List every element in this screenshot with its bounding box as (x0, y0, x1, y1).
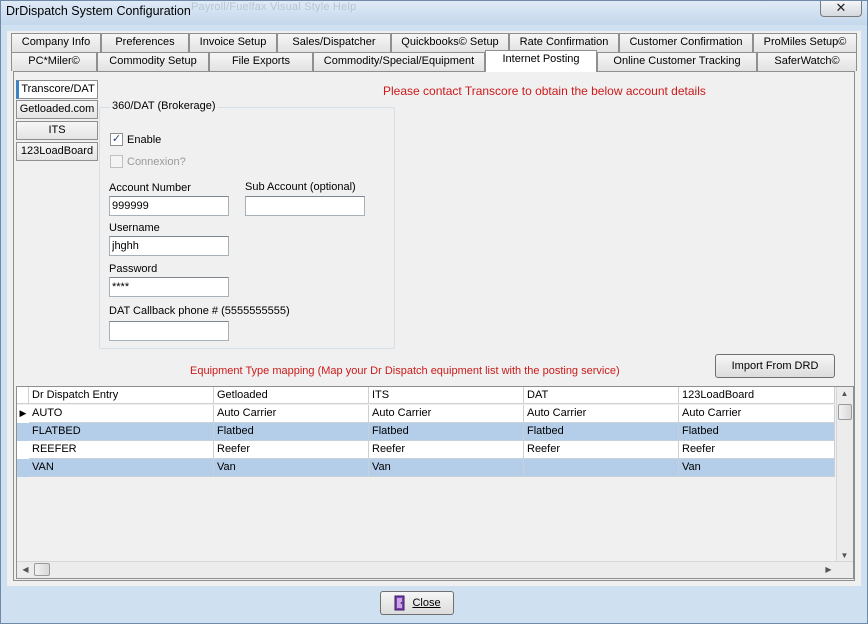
password-label: Password (109, 263, 158, 275)
cell-getloaded[interactable]: Flatbed (214, 423, 369, 441)
cell-123loadboard[interactable]: Auto Carrier (679, 405, 835, 423)
grid-vertical-scrollbar[interactable]: ▲ ▼ (836, 387, 853, 562)
cell-123loadboard[interactable]: Reefer (679, 441, 835, 459)
client-area: Company Info Preferences Invoice Setup S… (7, 31, 861, 586)
dat-brokerage-group: 360/DAT (Brokerage) ✓ Enable Connexion? … (99, 100, 395, 349)
cell-entry[interactable]: REEFER (29, 441, 214, 459)
col-header-getloaded[interactable]: Getloaded (214, 387, 369, 404)
table-row[interactable]: ▶ AUTO Auto Carrier Auto Carrier Auto Ca… (17, 405, 835, 423)
side-tab-123loadboard[interactable]: 123LoadBoard (16, 142, 98, 161)
col-header-its[interactable]: ITS (369, 387, 524, 404)
window-title: DrDispatch System Configuration (6, 4, 191, 18)
close-button[interactable]: Close (380, 591, 454, 615)
cell-its[interactable]: Van (369, 459, 524, 477)
cell-entry[interactable]: FLATBED (29, 423, 214, 441)
horizontal-scroll-thumb[interactable] (34, 563, 50, 576)
window-close-icon[interactable]: ✕ (820, 1, 862, 17)
transcore-dat-panel: Please contact Transcore to obtain the b… (99, 74, 852, 349)
table-row[interactable]: REEFER Reefer Reefer Reefer Reefer (17, 441, 835, 459)
col-header-dat[interactable]: DAT (524, 387, 679, 404)
enable-row: ✓ Enable (110, 133, 161, 146)
background-menu-text: Payroll/Fuelfax Visual Style Help (191, 1, 357, 13)
tab-row-1: Company Info Preferences Invoice Setup S… (7, 33, 861, 52)
tab-pc-miler[interactable]: PC*Miler© (11, 52, 97, 71)
username-field[interactable] (109, 236, 229, 256)
cell-its[interactable]: Flatbed (369, 423, 524, 441)
scroll-down-icon[interactable]: ▼ (837, 551, 852, 560)
tab-preferences[interactable]: Preferences (101, 33, 189, 52)
cell-getloaded[interactable]: Reefer (214, 441, 369, 459)
cell-dat[interactable] (524, 459, 679, 477)
account-number-field[interactable] (109, 196, 229, 216)
col-header-123loadboard[interactable]: 123LoadBoard (679, 387, 835, 404)
tab-invoice-setup[interactable]: Invoice Setup (189, 33, 277, 52)
enable-checkbox[interactable]: ✓ (110, 133, 123, 146)
tab-company-info[interactable]: Company Info (11, 33, 101, 52)
callback-phone-field[interactable] (109, 321, 229, 341)
side-tab-its[interactable]: ITS (16, 121, 98, 140)
tab-file-exports[interactable]: File Exports (209, 52, 313, 71)
cell-its[interactable]: Reefer (369, 441, 524, 459)
cell-123loadboard[interactable]: Flatbed (679, 423, 835, 441)
tab-promiles-setup[interactable]: ProMiles Setup© (753, 33, 857, 52)
row-header-corner (17, 387, 29, 404)
current-row-arrow-icon: ▶ (19, 408, 27, 418)
contact-message: Please contact Transcore to obtain the b… (383, 84, 706, 98)
tab-commodity-special-equipment[interactable]: Commodity/Special/Equipment (313, 52, 485, 71)
callback-phone-label: DAT Callback phone # (5555555555) (109, 305, 290, 317)
tab-online-customer-tracking[interactable]: Online Customer Tracking (597, 52, 757, 71)
tab-sales-dispatcher[interactable]: Sales/Dispatcher (277, 33, 391, 52)
cell-getloaded[interactable]: Van (214, 459, 369, 477)
side-tab-getloaded[interactable]: Getloaded.com (16, 100, 98, 119)
account-number-label: Account Number (109, 182, 191, 194)
close-button-label: Close (412, 597, 441, 609)
cell-123loadboard[interactable]: Van (679, 459, 835, 477)
equipment-mapping-message: Equipment Type mapping (Map your Dr Disp… (190, 365, 620, 377)
cell-dat[interactable]: Flatbed (524, 423, 679, 441)
connexion-row: Connexion? (110, 155, 186, 168)
scroll-up-icon[interactable]: ▲ (837, 389, 852, 398)
equipment-mapping-grid: Dr Dispatch Entry Getloaded ITS DAT 123L… (16, 386, 854, 579)
cell-dat[interactable]: Auto Carrier (524, 405, 679, 423)
cell-entry[interactable]: VAN (29, 459, 214, 477)
username-label: Username (109, 222, 160, 234)
side-tab-transcore-dat[interactable]: Transcore/DAT (16, 80, 98, 99)
tab-internet-posting[interactable]: Internet Posting (485, 50, 597, 72)
col-header-dr-dispatch-entry[interactable]: Dr Dispatch Entry (29, 387, 214, 404)
scroll-left-icon[interactable]: ◀ (18, 565, 33, 574)
password-field[interactable] (109, 277, 229, 297)
cell-entry[interactable]: AUTO (29, 405, 214, 423)
table-row[interactable]: FLATBED Flatbed Flatbed Flatbed Flatbed (17, 423, 835, 441)
tab-customer-confirmation[interactable]: Customer Confirmation (619, 33, 753, 52)
tab-saferwatch[interactable]: SaferWatch© (757, 52, 857, 71)
sub-account-label: Sub Account (optional) (245, 181, 356, 193)
cell-getloaded[interactable]: Auto Carrier (214, 405, 369, 423)
internet-posting-panel: Transcore/DAT Getloaded.com ITS 123LoadB… (13, 71, 855, 581)
table-row[interactable]: VAN Van Van Van (17, 459, 835, 477)
config-window: DrDispatch System Configuration Payroll/… (0, 0, 868, 624)
import-from-drd-button[interactable]: Import From DRD (715, 354, 835, 378)
connexion-label: Connexion? (127, 155, 186, 168)
cell-its[interactable]: Auto Carrier (369, 405, 524, 423)
cell-dat[interactable]: Reefer (524, 441, 679, 459)
grid-header: Dr Dispatch Entry Getloaded ITS DAT 123L… (17, 387, 835, 404)
sub-account-field[interactable] (245, 196, 365, 216)
scroll-right-icon[interactable]: ▶ (821, 565, 836, 574)
enable-label: Enable (127, 133, 162, 146)
tab-row-2: PC*Miler© Commodity Setup File Exports C… (7, 50, 861, 72)
title-bar[interactable]: DrDispatch System Configuration Payroll/… (1, 1, 867, 25)
tab-commodity-setup[interactable]: Commodity Setup (97, 52, 209, 71)
connexion-checkbox[interactable] (110, 155, 123, 168)
group-title: 360/DAT (Brokerage) (110, 100, 218, 112)
vertical-scroll-thumb[interactable] (838, 404, 852, 420)
door-exit-icon (394, 595, 405, 611)
grid-horizontal-scrollbar[interactable]: ◀ ▶ (17, 561, 853, 578)
